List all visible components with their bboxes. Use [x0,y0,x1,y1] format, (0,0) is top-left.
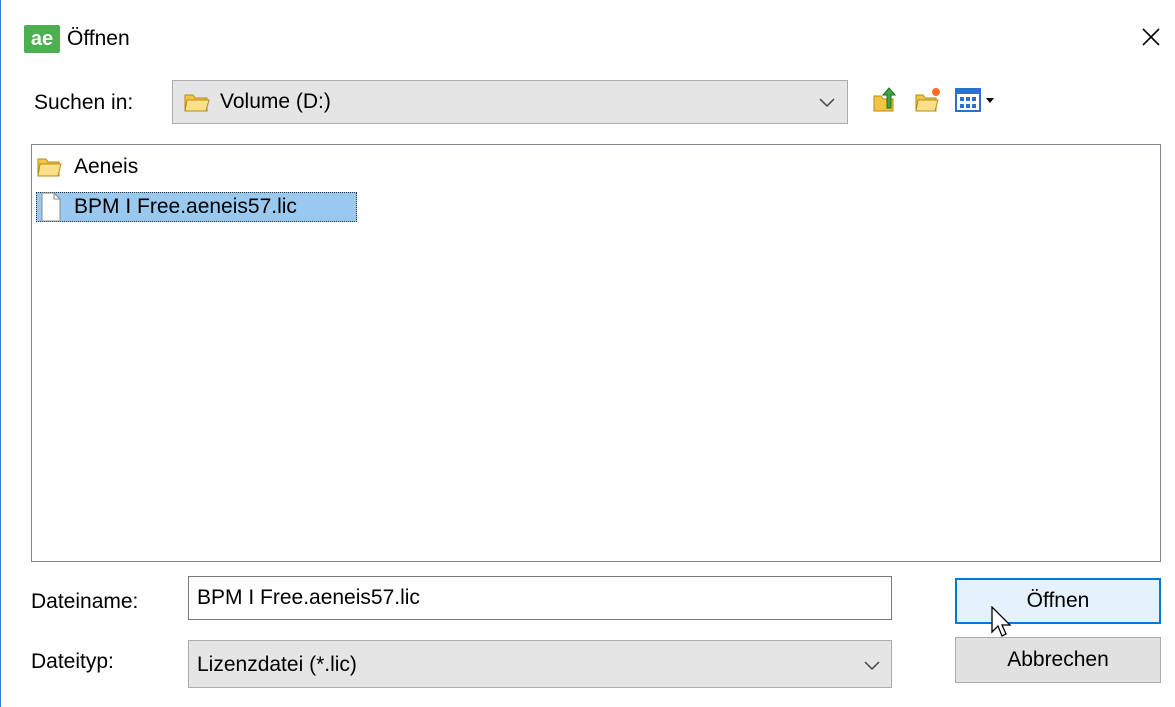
open-button[interactable]: Öffnen [955,578,1161,624]
cancel-button[interactable]: Abbrechen [955,637,1161,683]
folder-icon [37,158,62,177]
file-name: Aeneis [74,155,139,178]
filetype-value: Lizenzdatei (*.lic) [197,653,357,676]
file-icon [41,192,61,222]
view-menu-icon[interactable] [954,86,1000,114]
window-title: Öffnen [67,27,130,50]
filename-input[interactable] [197,584,877,612]
close-icon[interactable] [1135,21,1167,53]
open-dialog: ae Öffnen Suchen in: Volume (D:) Aeneis … [0,0,1175,707]
filename-label: Dateiname: [31,590,139,613]
filename-field[interactable] [188,576,892,620]
folder-icon [184,94,210,112]
look-in-value: Volume (D:) [220,90,331,113]
title-bar: ae Öffnen [1,0,1175,72]
up-one-level-icon[interactable] [871,86,899,114]
look-in-dropdown[interactable]: Volume (D:) [172,80,848,124]
mouse-cursor-icon [991,606,1012,637]
file-name: BPM I Free.aeneis57.lic [74,195,297,218]
filetype-label: Dateityp: [31,650,114,673]
chevron-down-icon [864,661,880,671]
new-folder-icon[interactable] [914,86,942,114]
app-icon: ae [24,25,60,53]
file-list[interactable]: Aeneis BPM I Free.aeneis57.lic [31,144,1161,562]
look-in-label: Suchen in: [34,91,134,114]
chevron-down-icon [819,98,835,108]
filetype-dropdown[interactable]: Lizenzdatei (*.lic) [188,640,892,688]
